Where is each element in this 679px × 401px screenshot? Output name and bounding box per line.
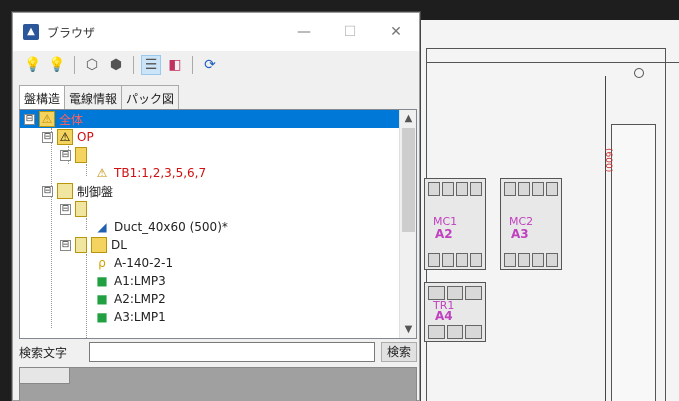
bottom-panel-tab[interactable] (20, 368, 70, 384)
cube-open-icon[interactable]: ⬢ (106, 55, 126, 75)
tree-item-control-panel[interactable]: ⊟ 制御盤 (42, 182, 113, 200)
app-icon: ▲ (23, 24, 39, 40)
refresh-icon[interactable]: ⟳ (200, 55, 220, 75)
scroll-down-icon[interactable]: ▼ (400, 321, 416, 338)
tree-item-label: Duct_40x60 (500)* (114, 220, 228, 234)
door-dimension: (600) (603, 148, 613, 173)
list-icon[interactable]: ☰ (141, 55, 161, 75)
search-label: 検索文字 (19, 345, 68, 360)
din-rail-icon (91, 237, 107, 253)
lamp-icon: ■ (96, 292, 108, 306)
tree-item-cp-sub[interactable]: ⊟ (60, 200, 91, 218)
cube-icon[interactable]: ⬡ (82, 55, 102, 75)
tree-connector (86, 254, 87, 338)
mount-hole (634, 68, 644, 78)
tree-item-label: DL (111, 238, 127, 252)
close-button[interactable]: ✕ (373, 13, 419, 51)
contactor-tr1[interactable]: TR1 A4 (424, 282, 486, 342)
contactor-ref: A2 (435, 227, 453, 241)
cad-canvas[interactable]: (600) MC1 A2 MC2 A3 TR1 A4 (395, 20, 679, 401)
bulb-off-icon[interactable]: 💡 (47, 55, 67, 75)
folder-icon (75, 147, 87, 163)
tree-item-tb1[interactable]: ⚠ TB1:1,2,3,5,6,7 (94, 164, 207, 182)
screen: (600) MC1 A2 MC2 A3 TR1 A4 ▲ ブラウザ — ☐ ✕ (0, 0, 679, 401)
collapse-icon[interactable]: ⊟ (60, 149, 71, 161)
pin-icon: ρ (98, 256, 106, 270)
tree-item-a3[interactable]: ■ A3:LMP1 (94, 308, 166, 326)
tree-item-label: 全体 (59, 112, 84, 127)
contactor-ref: A4 (435, 309, 453, 323)
tree-item-label: 制御盤 (77, 184, 114, 199)
tree-item-label: A2:LMP2 (114, 292, 166, 306)
tree-item-op-sub[interactable]: ⊟ (60, 146, 91, 164)
bulb-on-icon[interactable]: 💡 (23, 55, 43, 75)
title-bar[interactable]: ▲ ブラウザ — ☐ ✕ (13, 13, 419, 51)
tree-item-root[interactable]: ⊟ ⚠ 全体 (20, 110, 401, 128)
tab-panel-structure[interactable]: 盤構造 (19, 85, 66, 109)
tree-item-op[interactable]: ⊟ ⚠ OP (42, 128, 94, 146)
minimize-button[interactable]: — (281, 13, 327, 51)
contactor-mc2[interactable]: MC2 A3 (500, 178, 562, 270)
toolbar: 💡 💡 ⬡ ⬢ ☰ ◧ ⟳ (13, 51, 419, 79)
tree-item-a2[interactable]: ■ A2:LMP2 (94, 290, 166, 308)
search-row: 検索文字 検索 (19, 341, 417, 363)
folder-icon (75, 237, 87, 253)
tab-back-diagram[interactable]: パック図 (121, 85, 180, 109)
collapse-icon[interactable]: ⊟ (60, 203, 71, 215)
tree-item-a140[interactable]: ρ A-140-2-1 (94, 254, 173, 272)
window-title: ブラウザ (47, 25, 96, 40)
tree-connector (86, 164, 87, 176)
duct-icon: ◢ (97, 220, 107, 234)
browser-window: ▲ ブラウザ — ☐ ✕ 💡 💡 ⬡ ⬢ ☰ ◧ ⟳ 盤構造 電線情報 パック図 (12, 12, 420, 401)
tree-item-label: A1:LMP3 (114, 274, 166, 288)
door-panel (611, 124, 656, 401)
layers-icon[interactable]: ◧ (165, 55, 185, 75)
collapse-icon[interactable]: ⊟ (24, 113, 35, 125)
tree-item-label: TB1:1,2,3,5,6,7 (114, 166, 207, 180)
tree-connector (51, 128, 52, 328)
terminal-warning-icon: ⚠ (96, 166, 108, 180)
panel-folder-icon: ⚠ (57, 129, 73, 145)
tree-item-label: A-140-2-1 (114, 256, 174, 270)
tree-view[interactable]: ⊟ ⚠ 全体 ⊟ ⚠ OP ⊟ ⚠ TB1:1,2,3,5,6,7 ⊟ 制御盤 … (19, 109, 417, 339)
contactor-mc1[interactable]: MC1 A2 (424, 178, 486, 270)
tree-item-duct[interactable]: ◢ Duct_40x60 (500)* (94, 218, 228, 236)
bottom-panel (19, 367, 417, 401)
toolbar-separator (74, 56, 75, 74)
assembly-warning-icon: ⚠ (39, 111, 55, 127)
tree-item-dl[interactable]: ⊟ DL (60, 236, 127, 254)
collapse-icon[interactable]: ⊟ (42, 185, 53, 197)
cabinet-icon (57, 183, 73, 199)
frame-top-line (426, 62, 679, 63)
maximize-button[interactable]: ☐ (327, 13, 373, 51)
toolbar-separator (133, 56, 134, 74)
search-button[interactable]: 検索 (381, 342, 417, 362)
tree-item-label: A3:LMP1 (114, 310, 166, 324)
lamp-icon: ■ (96, 310, 108, 324)
collapse-icon[interactable]: ⊟ (60, 239, 71, 251)
tree-item-a1[interactable]: ■ A1:LMP3 (94, 272, 166, 290)
contactor-ref: A3 (511, 227, 529, 241)
scroll-up-icon[interactable]: ▲ (400, 110, 416, 127)
tree-connector (86, 218, 87, 230)
search-input[interactable] (89, 342, 375, 362)
tab-strip: 盤構造 電線情報 パック図 (19, 85, 180, 109)
collapse-icon[interactable]: ⊟ (42, 131, 53, 143)
tab-wire-info[interactable]: 電線情報 (64, 85, 123, 109)
tree-item-label: OP (77, 130, 94, 144)
tree-scrollbar[interactable]: ▲ ▼ (399, 110, 416, 338)
lamp-icon: ■ (96, 274, 108, 288)
toolbar-separator (192, 56, 193, 74)
scrollbar-thumb[interactable] (402, 128, 415, 232)
folder-icon (75, 201, 87, 217)
